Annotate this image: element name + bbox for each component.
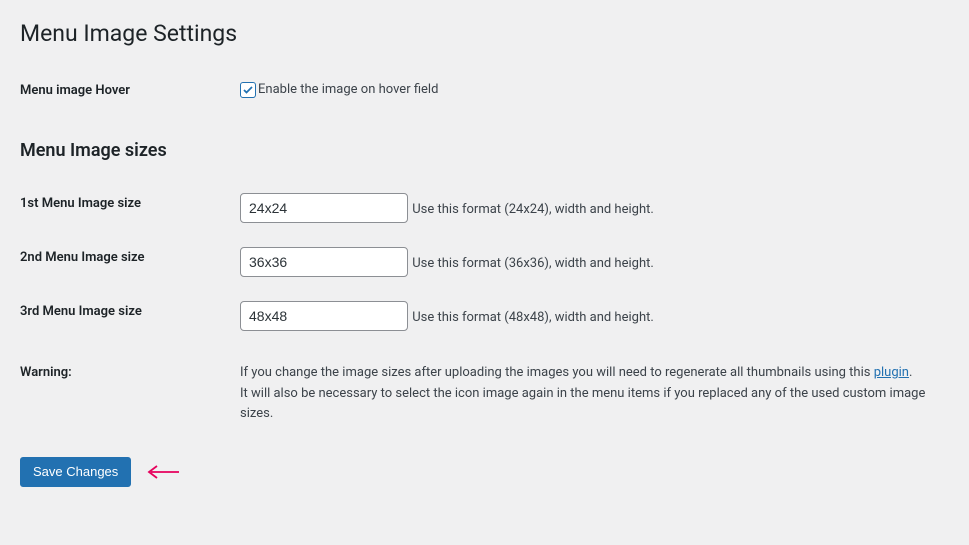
warning-label: Warning: bbox=[20, 343, 240, 437]
size-label-3: 3rd Menu Image size bbox=[20, 289, 240, 343]
hover-label: Menu image Hover bbox=[20, 63, 240, 120]
size-hint-2: Use this format (36x36), width and heigh… bbox=[412, 256, 654, 271]
save-button[interactable]: Save Changes bbox=[20, 457, 131, 487]
hover-row: Menu image Hover Enable the image on hov… bbox=[20, 63, 949, 120]
size-row-3: 3rd Menu Image size Use this format (48x… bbox=[20, 289, 949, 343]
warning-line2: It will also be necessary to select the … bbox=[240, 386, 925, 422]
warning-line1-post: . bbox=[909, 365, 912, 380]
size-input-2[interactable] bbox=[240, 247, 408, 277]
warning-line1-pre: If you change the image sizes after uplo… bbox=[240, 365, 874, 380]
page-title: Menu Image Settings bbox=[20, 10, 949, 53]
size-row-2: 2nd Menu Image size Use this format (36x… bbox=[20, 235, 949, 289]
size-hint-1: Use this format (24x24), width and heigh… bbox=[412, 202, 654, 217]
size-input-1[interactable] bbox=[240, 193, 408, 223]
hover-checkbox-label: Enable the image on hover field bbox=[258, 80, 438, 100]
size-row-1: 1st Menu Image size Use this format (24x… bbox=[20, 181, 949, 235]
hover-checkbox-wrapper[interactable]: Enable the image on hover field bbox=[240, 80, 438, 100]
warning-text: If you change the image sizes after uplo… bbox=[240, 363, 939, 425]
submit-row: Save Changes bbox=[20, 457, 949, 487]
sizes-heading: Menu Image sizes bbox=[20, 120, 949, 171]
size-input-3[interactable] bbox=[240, 301, 408, 331]
check-icon bbox=[242, 84, 254, 96]
plugin-link[interactable]: plugin bbox=[874, 365, 909, 380]
warning-row: Warning: If you change the image sizes a… bbox=[20, 343, 949, 437]
hover-checkbox[interactable] bbox=[240, 82, 256, 98]
arrow-left-icon bbox=[145, 464, 181, 480]
size-label-2: 2nd Menu Image size bbox=[20, 235, 240, 289]
size-hint-3: Use this format (48x48), width and heigh… bbox=[412, 310, 654, 325]
arrow-annotation bbox=[145, 464, 181, 480]
size-label-1: 1st Menu Image size bbox=[20, 181, 240, 235]
